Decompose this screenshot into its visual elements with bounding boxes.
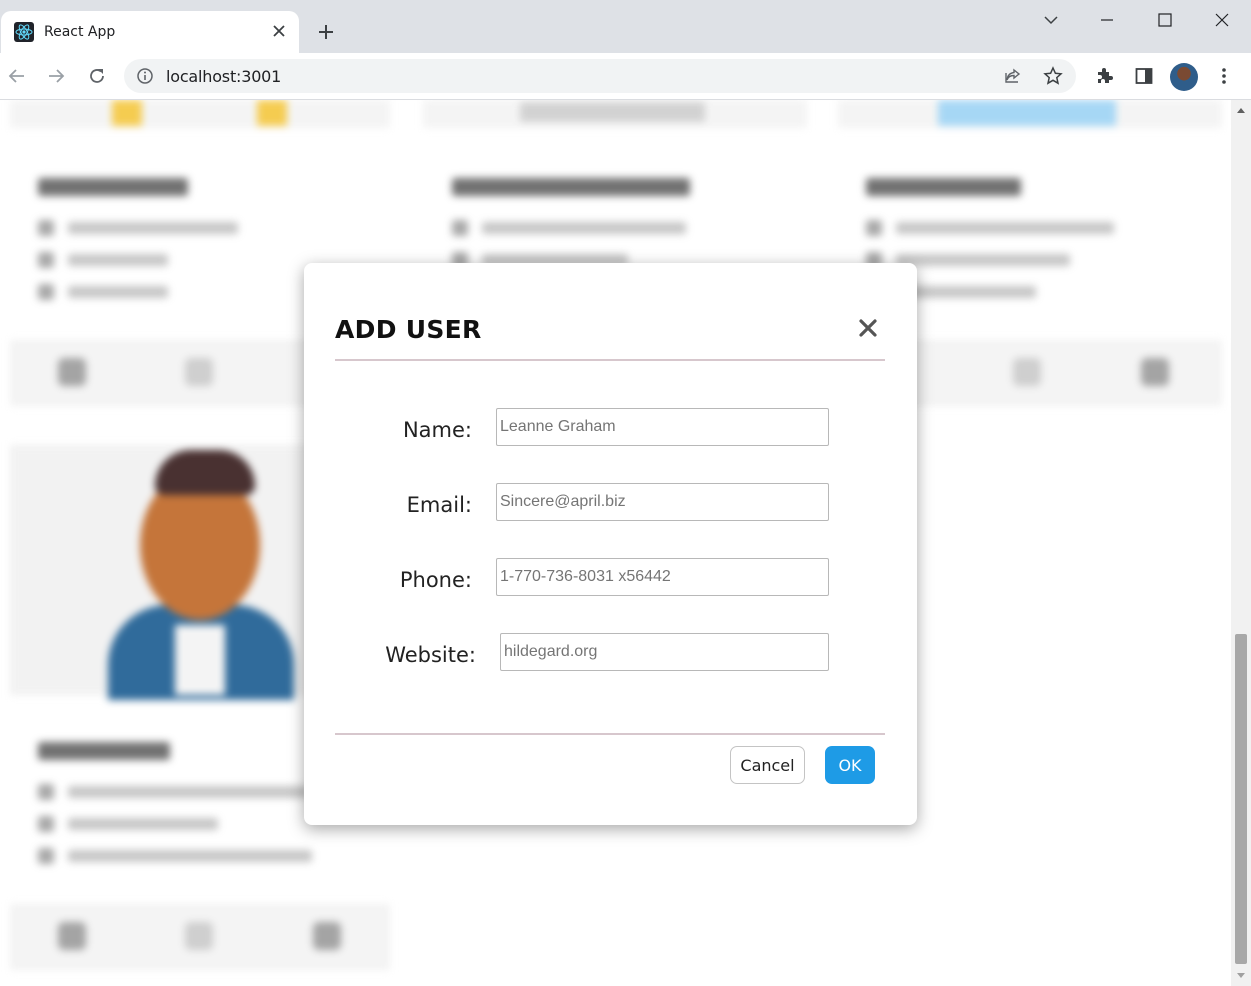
forward-button[interactable]: [44, 64, 68, 88]
website-label: Website:: [385, 643, 476, 667]
side-panel-icon[interactable]: [1133, 65, 1155, 87]
close-icon: [1215, 13, 1229, 27]
tab-title: React App: [44, 24, 116, 40]
scroll-up-icon: [1237, 108, 1245, 113]
email-label: Email:: [406, 493, 472, 517]
kebab-menu-icon[interactable]: [1213, 65, 1235, 87]
reload-button[interactable]: [85, 64, 109, 88]
add-user-modal: ADD USER Name: Email: Phone: Website: Ca…: [304, 263, 917, 825]
scroll-thumb[interactable]: [1235, 634, 1247, 964]
website-input[interactable]: [500, 633, 829, 671]
header-divider: [335, 359, 885, 361]
arrow-left-icon: [8, 69, 24, 83]
share-icon[interactable]: [1003, 66, 1023, 86]
name-label: Name:: [402, 418, 472, 442]
ok-button[interactable]: OK: [825, 746, 875, 784]
reload-icon: [90, 69, 104, 83]
browser-toolbar: localhost:3001: [0, 53, 1251, 100]
email-input[interactable]: [496, 483, 829, 521]
plus-icon: [319, 25, 333, 39]
browser-tab[interactable]: React App: [1, 11, 299, 53]
cancel-button[interactable]: Cancel: [730, 746, 805, 784]
url-text: localhost:3001: [166, 67, 282, 86]
name-input[interactable]: [496, 408, 829, 446]
close-icon[interactable]: [857, 317, 879, 339]
scroll-down-icon: [1237, 973, 1245, 978]
chevron-down-icon: [1044, 16, 1058, 25]
minimize-icon: [1101, 19, 1113, 21]
browser-tab-bar: React App: [0, 0, 1251, 53]
phone-label: Phone:: [399, 568, 472, 592]
tab-close-icon[interactable]: [269, 21, 289, 41]
back-button[interactable]: [5, 64, 29, 88]
page-scrollbar[interactable]: [1231, 100, 1251, 986]
modal-title: ADD USER: [335, 315, 482, 344]
puzzle-icon[interactable]: [1093, 65, 1115, 87]
maximize-button[interactable]: [1151, 6, 1179, 34]
star-icon[interactable]: [1043, 66, 1063, 86]
react-logo-icon: [14, 22, 34, 42]
profile-avatar[interactable]: [1170, 63, 1198, 91]
footer-divider: [335, 733, 885, 735]
minimize-button[interactable]: [1093, 6, 1121, 34]
window-close-button[interactable]: [1208, 6, 1236, 34]
maximize-icon: [1158, 13, 1172, 27]
phone-input[interactable]: [496, 558, 829, 596]
arrow-right-icon: [49, 69, 65, 83]
address-bar[interactable]: localhost:3001: [124, 59, 1076, 93]
new-tab-button[interactable]: [314, 20, 338, 44]
tab-search-button[interactable]: [1037, 6, 1065, 34]
info-icon[interactable]: [136, 67, 154, 85]
